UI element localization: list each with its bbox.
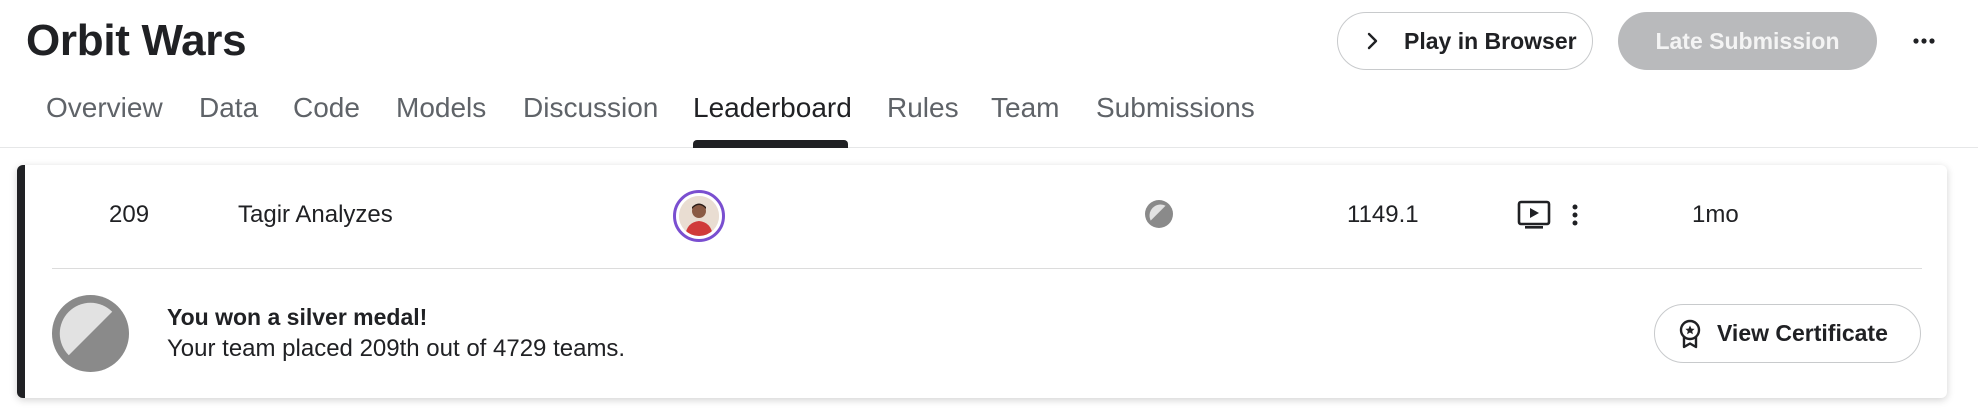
avatar[interactable] [673, 190, 725, 242]
score-value: 1149.1 [1347, 201, 1419, 228]
tab-submissions[interactable]: Submissions [1096, 90, 1255, 126]
late-submission-button[interactable]: Late Submission [1618, 12, 1877, 70]
play-in-browser-label: Play in Browser [1404, 27, 1577, 54]
tab-code[interactable]: Code [293, 90, 360, 126]
silver-medal-icon [1145, 200, 1173, 228]
tab-discussion[interactable]: Discussion [523, 90, 658, 126]
silver-medal-icon [51, 294, 130, 373]
view-certificate-label: View Certificate [1717, 320, 1888, 346]
tab-team[interactable]: Team [991, 90, 1059, 126]
more-horizontal-icon[interactable] [1904, 22, 1944, 60]
page-title: Orbit Wars [26, 16, 247, 65]
chevron-right-icon [1362, 30, 1384, 52]
active-tab-indicator [693, 140, 848, 148]
tab-leaderboard[interactable]: Leaderboard [693, 90, 852, 126]
medal-title: You won a silver medal! [167, 304, 428, 330]
view-certificate-button[interactable]: View Certificate [1654, 304, 1921, 363]
last-submission-value: 1mo [1692, 201, 1739, 228]
certificate-icon [1677, 319, 1703, 349]
row-divider [52, 268, 1922, 269]
more-vertical-icon[interactable] [1565, 199, 1585, 231]
play-in-browser-button[interactable]: Play in Browser [1337, 12, 1593, 70]
team-name[interactable]: Tagir Analyzes [238, 201, 393, 229]
tab-rules[interactable]: Rules [887, 90, 959, 126]
tab-data[interactable]: Data [199, 90, 258, 126]
medal-subtitle: Your team placed 209th out of 4729 teams… [167, 335, 626, 362]
leaderboard-row-card [17, 165, 1947, 398]
tab-overview[interactable]: Overview [46, 90, 163, 126]
tab-bar: Overview Data Code Models Discussion Lea… [0, 84, 1978, 148]
rank-value: 209 [109, 201, 150, 228]
play-episode-icon[interactable] [1517, 199, 1551, 231]
tab-models[interactable]: Models [396, 90, 486, 126]
